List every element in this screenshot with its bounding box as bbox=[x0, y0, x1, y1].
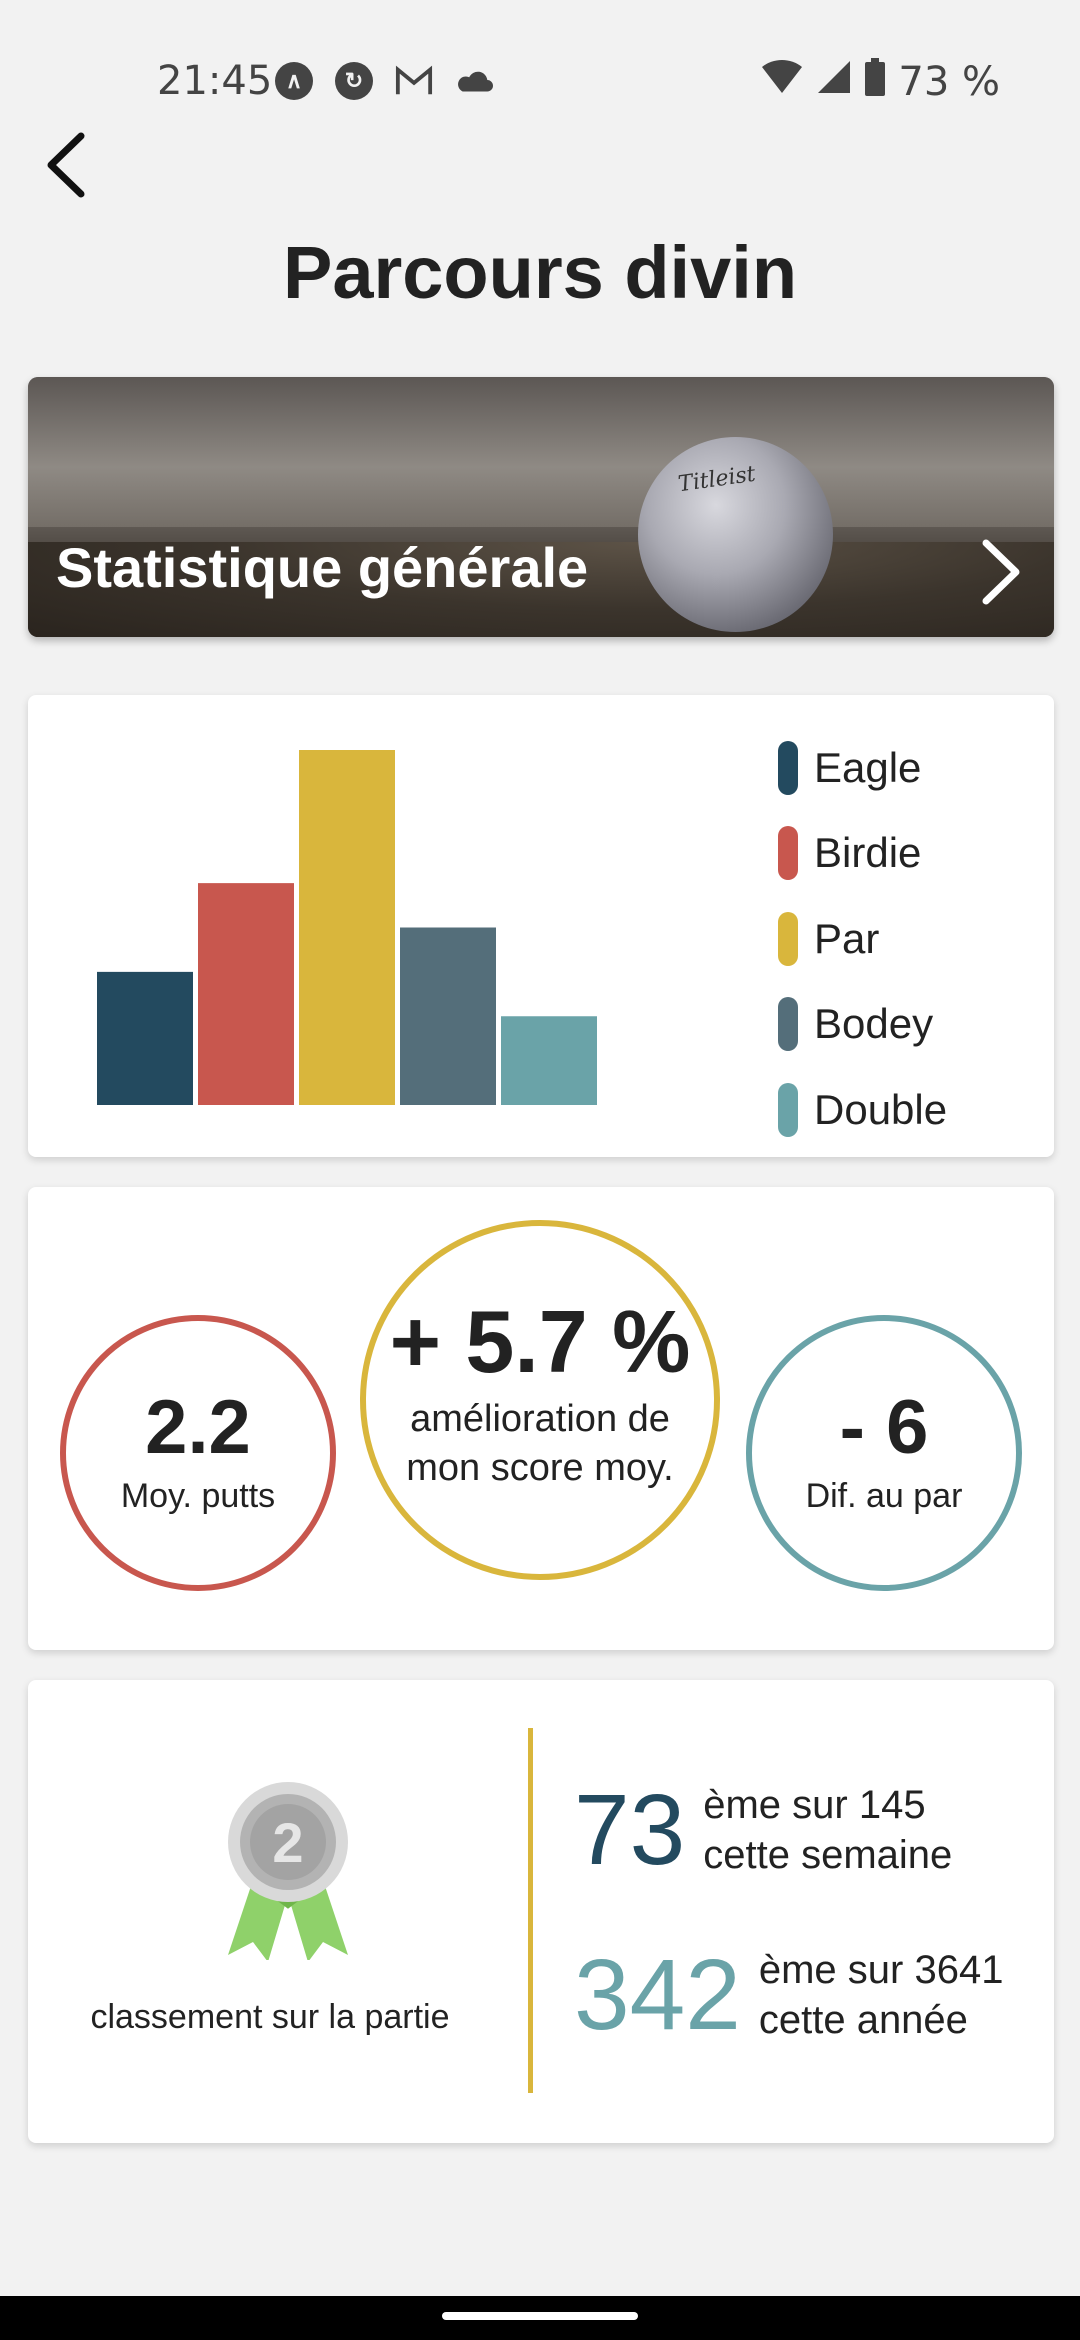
legend-item-birdie: Birdie bbox=[778, 811, 947, 897]
bar-bodey bbox=[400, 927, 496, 1105]
ball-brand: Titleist bbox=[676, 461, 758, 498]
legend-label: Double bbox=[814, 1085, 948, 1133]
silver-medal-icon: 2 bbox=[228, 1782, 348, 1960]
legend-swatch bbox=[778, 740, 798, 795]
weekly-rank-text: ème sur 145 cette semaine bbox=[703, 1780, 952, 1880]
yearly-rank-line2: cette année bbox=[758, 1998, 968, 2042]
weekly-rank-line1: ème sur 145 bbox=[703, 1783, 926, 1827]
ranking-caption: classement sur la partie bbox=[90, 1998, 450, 2036]
legend-item-par: Par bbox=[778, 896, 947, 982]
yearly-rank: 342 ème sur 3641 cette année bbox=[574, 1945, 1003, 2045]
legend-swatch bbox=[778, 1082, 798, 1137]
legend-label: Eagle bbox=[814, 743, 922, 791]
notification-icons: ∧ ↻ bbox=[275, 62, 493, 100]
weekly-rank-line2: cette semaine bbox=[703, 1833, 953, 1877]
banner-background bbox=[28, 377, 1054, 527]
putts-value: 2.2 bbox=[145, 1385, 251, 1470]
battery-percent: 73 % bbox=[898, 59, 1000, 105]
bar-birdie bbox=[198, 883, 294, 1105]
back-button[interactable] bbox=[30, 125, 100, 205]
score-bar-chart bbox=[97, 750, 597, 1105]
legend-label: Birdie bbox=[814, 829, 922, 877]
bar-double bbox=[501, 1016, 597, 1105]
putts-stat: 2.2 Moy. putts bbox=[60, 1315, 336, 1591]
banner-title: Statistique générale bbox=[56, 536, 589, 599]
par-diff-label: Dif. au par bbox=[805, 1476, 963, 1515]
ranking-card: 2 classement sur la partie 73 ème sur 14… bbox=[28, 1680, 1054, 2143]
yearly-rank-number: 342 bbox=[574, 1939, 741, 2051]
chart-legend: Eagle Birdie Par Bodey Double bbox=[778, 725, 947, 1153]
cloud-icon bbox=[455, 62, 493, 100]
legend-label: Bodey bbox=[814, 1000, 934, 1048]
weekly-rank-number: 73 bbox=[574, 1774, 686, 1886]
home-gesture-handle[interactable] bbox=[442, 2312, 638, 2320]
chevron-left-icon bbox=[47, 132, 85, 198]
wifi-icon bbox=[760, 59, 804, 105]
legend-swatch bbox=[778, 911, 798, 966]
score-distribution-card: Eagle Birdie Par Bodey Double bbox=[28, 695, 1054, 1157]
weekly-rank: 73 ème sur 145 cette semaine bbox=[574, 1780, 952, 1880]
improvement-stat: + 5.7 % amélioration de mon score moy. bbox=[360, 1220, 720, 1580]
status-bar: 21:45 ∧ ↻ 73 % bbox=[0, 0, 1080, 160]
system-nav-bar bbox=[0, 2296, 1080, 2340]
legend-item-bodey: Bodey bbox=[778, 982, 947, 1068]
gmail-icon bbox=[395, 62, 433, 100]
battery-icon bbox=[864, 58, 886, 106]
par-diff-value: - 6 bbox=[839, 1385, 929, 1470]
sync-icon: ↻ bbox=[335, 62, 373, 100]
chevron-right-icon bbox=[982, 539, 1020, 605]
status-time: 21:45 bbox=[157, 58, 273, 104]
page-title: Parcours divin bbox=[282, 231, 798, 314]
yearly-rank-line1: ème sur 3641 bbox=[758, 1948, 1004, 1992]
legend-swatch bbox=[778, 826, 798, 881]
arch-icon: ∧ bbox=[275, 62, 313, 100]
par-diff-stat: - 6 Dif. au par bbox=[746, 1315, 1022, 1591]
legend-label: Par bbox=[814, 914, 880, 962]
bar-par bbox=[299, 750, 395, 1105]
legend-item-eagle: Eagle bbox=[778, 725, 947, 811]
improvement-value: + 5.7 % bbox=[389, 1292, 691, 1392]
system-indicators: 73 % bbox=[760, 58, 1000, 106]
signal-icon bbox=[816, 59, 852, 105]
legend-swatch bbox=[778, 997, 798, 1052]
bar-eagle bbox=[97, 971, 193, 1105]
yearly-rank-text: ème sur 3641 cette année bbox=[759, 1945, 1004, 2045]
putts-label: Moy. putts bbox=[120, 1476, 276, 1515]
general-stats-banner[interactable]: Titleist Statistique générale bbox=[28, 377, 1054, 637]
key-stats-card: 2.2 Moy. putts + 5.7 % amélioration de m… bbox=[28, 1187, 1054, 1650]
legend-item-double: Double bbox=[778, 1067, 947, 1153]
medal-number: 2 bbox=[272, 1811, 303, 1874]
ranking-divider bbox=[528, 1728, 533, 2093]
improvement-label: amélioration de mon score moy. bbox=[406, 1397, 674, 1490]
golf-ball-image: Titleist bbox=[638, 437, 833, 632]
